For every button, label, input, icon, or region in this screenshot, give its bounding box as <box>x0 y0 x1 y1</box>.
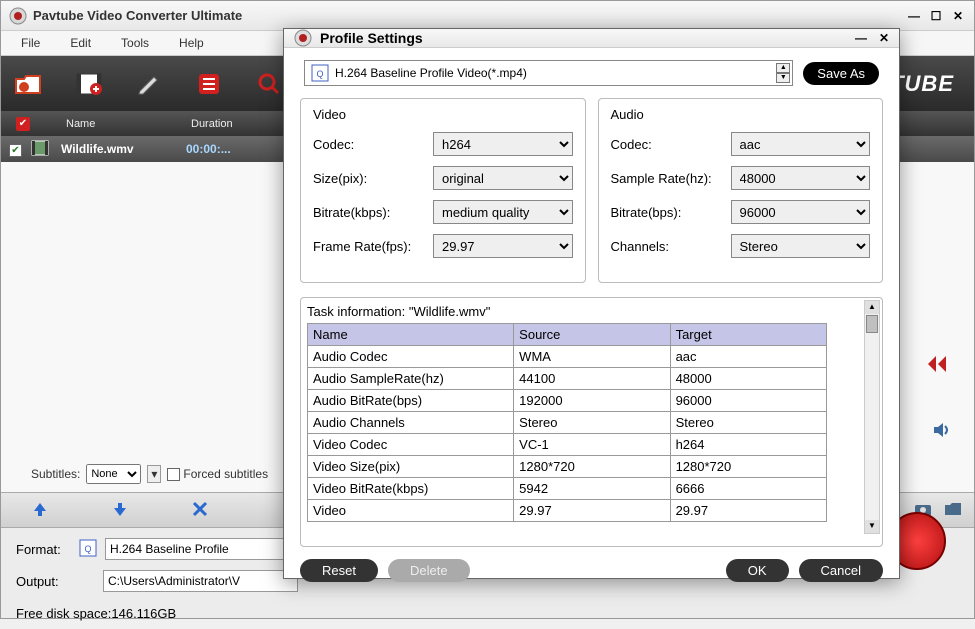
remove-button[interactable] <box>191 500 211 520</box>
menu-edit[interactable]: Edit <box>56 33 105 53</box>
task-row: Audio ChannelsStereoStereo <box>308 412 827 434</box>
profile-select[interactable]: Q H.264 Baseline Profile Video(*.mp4) ▲ … <box>304 60 793 86</box>
subtitles-label: Subtitles: <box>31 467 80 481</box>
svg-text:Q: Q <box>84 544 91 554</box>
output-field[interactable] <box>103 570 298 592</box>
audio-channels-select[interactable]: Stereo <box>731 234 871 258</box>
task-col-name: Name <box>308 324 514 346</box>
dialog-icon <box>294 29 312 47</box>
menu-help[interactable]: Help <box>165 33 218 53</box>
disk-space-label: Free disk space:146.116GB <box>1 602 974 629</box>
search-button[interactable] <box>253 68 285 100</box>
video-size-label: Size(pix): <box>313 171 433 186</box>
task-row: Audio CodecWMAaac <box>308 346 827 368</box>
save-as-button[interactable]: Save As <box>803 62 879 85</box>
file-type-icon <box>31 140 61 159</box>
folder-button[interactable] <box>944 501 962 519</box>
audio-bitrate-label: Bitrate(bps): <box>611 205 731 220</box>
cancel-button[interactable]: Cancel <box>799 559 883 582</box>
audio-channels-label: Channels: <box>611 239 731 254</box>
close-button[interactable]: ✕ <box>950 8 966 24</box>
scroll-down-button[interactable]: ▼ <box>865 520 879 533</box>
task-col-target: Target <box>670 324 826 346</box>
scroll-up-button[interactable]: ▲ <box>865 301 879 314</box>
titlebar: Pavtube Video Converter Ultimate — ☐ ✕ <box>1 1 974 31</box>
dialog-footer: Reset Delete OK Cancel <box>284 547 899 594</box>
row-checkbox[interactable] <box>9 144 22 157</box>
video-panel: Video Codec:h264 Size(pix):original Bitr… <box>300 98 586 283</box>
select-all-checkbox[interactable]: ✔ <box>16 117 30 131</box>
audio-sr-label: Sample Rate(hz): <box>611 171 731 186</box>
col-name[interactable]: Name <box>61 118 186 130</box>
forced-subtitles-label: Forced subtitles <box>183 467 268 481</box>
subtitles-row: Subtitles: None ▾ Forced subtitles <box>31 464 268 484</box>
minimize-button[interactable]: — <box>906 8 922 24</box>
video-codec-label: Codec: <box>313 137 433 152</box>
scroll-thumb[interactable] <box>866 315 878 333</box>
video-fps-select[interactable]: 29.97 <box>433 234 573 258</box>
menu-tools[interactable]: Tools <box>107 33 163 53</box>
task-row: Video29.9729.97 <box>308 500 827 522</box>
video-codec-select[interactable]: h264 <box>433 132 573 156</box>
profile-up-button[interactable]: ▲ <box>776 63 790 73</box>
video-bitrate-label: Bitrate(kbps): <box>313 205 433 220</box>
profile-down-button[interactable]: ▼ <box>776 73 790 83</box>
video-panel-title: Video <box>313 107 573 122</box>
load-file-button[interactable] <box>13 68 45 100</box>
task-info-table: Name Source Target Audio CodecWMAaacAudi… <box>307 323 827 522</box>
task-row: Video Size(pix)1280*7201280*720 <box>308 456 827 478</box>
volume-icon[interactable] <box>932 421 952 442</box>
move-up-button[interactable] <box>31 500 51 520</box>
task-col-source: Source <box>514 324 670 346</box>
task-row: Audio BitRate(bps)19200096000 <box>308 390 827 412</box>
settings-list-button[interactable] <box>193 68 225 100</box>
audio-bitrate-select[interactable]: 96000 <box>731 200 871 224</box>
dialog-title: Profile Settings <box>320 30 855 46</box>
audio-panel-title: Audio <box>611 107 871 122</box>
app-title: Pavtube Video Converter Ultimate <box>33 8 906 23</box>
task-row: Video BitRate(kbps)59426666 <box>308 478 827 500</box>
maximize-button[interactable]: ☐ <box>928 8 944 24</box>
audio-panel: Audio Codec:aac Sample Rate(hz):48000 Bi… <box>598 98 884 283</box>
video-bitrate-select[interactable]: medium quality <box>433 200 573 224</box>
audio-codec-label: Codec: <box>611 137 731 152</box>
profile-settings-dialog: Profile Settings — ✕ Q H.264 Baseline Pr… <box>283 28 900 579</box>
format-field[interactable] <box>105 538 300 560</box>
audio-sr-select[interactable]: 48000 <box>731 166 871 190</box>
dialog-titlebar: Profile Settings — ✕ <box>284 29 899 48</box>
task-scrollbar[interactable]: ▲ ▼ <box>864 300 880 534</box>
col-duration[interactable]: Duration <box>186 118 276 130</box>
dialog-minimize-button[interactable]: — <box>855 31 867 45</box>
forced-subtitles-checkbox[interactable] <box>167 468 180 481</box>
task-row: Video CodecVC-1h264 <box>308 434 827 456</box>
output-label: Output: <box>16 574 71 589</box>
subtitles-select[interactable]: None <box>86 464 141 484</box>
menu-file[interactable]: File <box>7 33 54 53</box>
svg-text:Q: Q <box>316 69 323 79</box>
reset-button[interactable]: Reset <box>300 559 378 582</box>
app-icon <box>9 7 27 25</box>
edit-button[interactable] <box>133 68 165 100</box>
video-size-select[interactable]: original <box>433 166 573 190</box>
profile-format-icon: Q <box>311 64 329 82</box>
format-label: Format: <box>16 542 71 557</box>
format-icon: Q <box>79 539 97 560</box>
task-info-panel: Task information: "Wildlife.wmv" Name So… <box>300 297 883 547</box>
video-fps-label: Frame Rate(fps): <box>313 239 433 254</box>
file-name: Wildlife.wmv <box>61 142 186 156</box>
prev-frame-button[interactable] <box>924 353 952 378</box>
move-down-button[interactable] <box>111 500 131 520</box>
delete-button[interactable]: Delete <box>388 559 470 582</box>
profile-name: H.264 Baseline Profile Video(*.mp4) <box>335 66 527 80</box>
file-duration: 00:00:... <box>186 142 276 156</box>
task-row: Audio SampleRate(hz)4410048000 <box>308 368 827 390</box>
subtitles-browse-button[interactable]: ▾ <box>147 465 161 483</box>
task-info-title: Task information: "Wildlife.wmv" <box>307 304 876 319</box>
dialog-close-button[interactable]: ✕ <box>879 31 889 45</box>
add-video-button[interactable] <box>73 68 105 100</box>
ok-button[interactable]: OK <box>726 559 789 582</box>
audio-codec-select[interactable]: aac <box>731 132 871 156</box>
